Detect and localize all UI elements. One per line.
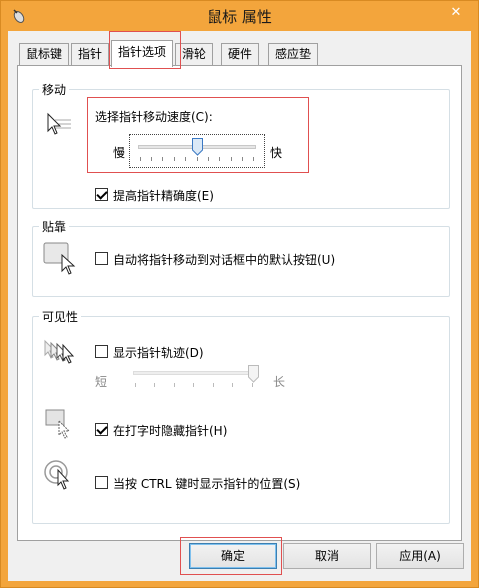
visibility-group: 可见性 显示指针轨迹(D) 短 长 在打字时隐藏指针(H) 当按 CTRL 键时… [32,308,450,524]
motion-group-label: 移动 [39,81,70,98]
speed-slider[interactable] [129,134,265,168]
ok-button[interactable]: 确定 [189,543,277,569]
snap-label: 自动将指针移动到对话框中的默认按钮(U) [113,253,336,267]
tab-pointer-options[interactable]: 指针选项 [111,40,174,67]
cancel-button[interactable]: 取消 [283,543,371,569]
trails-label: 显示指针轨迹(D) [113,346,204,360]
pointer-options-panel: 移动 选择指针移动速度(C): 慢 快 提高指针精确度(E) 贴靠 自动将指针移… [17,65,462,541]
trails-slider[interactable] [125,365,265,395]
close-button[interactable]: ✕ [440,1,472,23]
tab-hardware[interactable]: 硬件 [221,43,260,65]
speed-label: 选择指针移动速度(C): [95,110,213,124]
pointer-speed-icon [45,112,75,141]
title-bar[interactable]: 鼠标 属性 ✕ [1,1,478,31]
apply-button[interactable]: 应用(A) [376,543,464,569]
precision-label: 提高指针精确度(E) [113,189,214,203]
short-label: 短 [95,375,108,389]
precision-checkbox[interactable] [95,188,108,201]
snap-checkbox[interactable] [95,252,108,265]
long-label: 长 [273,375,286,389]
tab-wheel[interactable]: 滑轮 [175,43,214,65]
mouse-properties-window: 鼠标 属性 ✕ 鼠标键 指针 指针选项 滑轮 硬件 感应垫 移动 选择指针移动速… [0,0,479,588]
dialog-client: 鼠标键 指针 指针选项 滑轮 硬件 感应垫 移动 选择指针移动速度(C): 慢 … [8,31,471,581]
ctrl-location-label: 当按 CTRL 键时显示指针的位置(S) [113,477,301,491]
visibility-group-label: 可见性 [39,308,82,325]
window-title: 鼠标 属性 [207,8,272,26]
pointer-trails-icon [43,339,77,368]
tab-buttons[interactable]: 鼠标键 [19,43,70,65]
hide-while-typing-label: 在打字时隐藏指针(H) [113,424,228,438]
trails-slider-ticks [135,383,253,387]
snap-group: 贴靠 自动将指针移动到对话框中的默认按钮(U) [32,218,450,297]
speed-slider-thumb[interactable] [192,138,203,159]
hide-pointer-icon [45,409,75,442]
ctrl-location-checkbox[interactable] [95,476,108,489]
snap-to-icon [43,241,79,278]
hide-while-typing-checkbox[interactable] [95,423,108,436]
motion-group: 移动 选择指针移动速度(C): 慢 快 提高指针精确度(E) [32,81,450,209]
tab-touchpad[interactable]: 感应垫 [268,43,319,65]
trails-checkbox[interactable] [95,345,108,358]
trails-slider-track [133,371,255,375]
show-location-icon [43,459,75,494]
snap-group-label: 贴靠 [39,218,70,235]
tab-pointers[interactable]: 指针 [71,43,110,65]
close-icon: ✕ [450,4,462,20]
trails-slider-thumb[interactable] [248,365,259,386]
slow-label: 慢 [113,146,126,160]
fast-label: 快 [270,146,283,160]
